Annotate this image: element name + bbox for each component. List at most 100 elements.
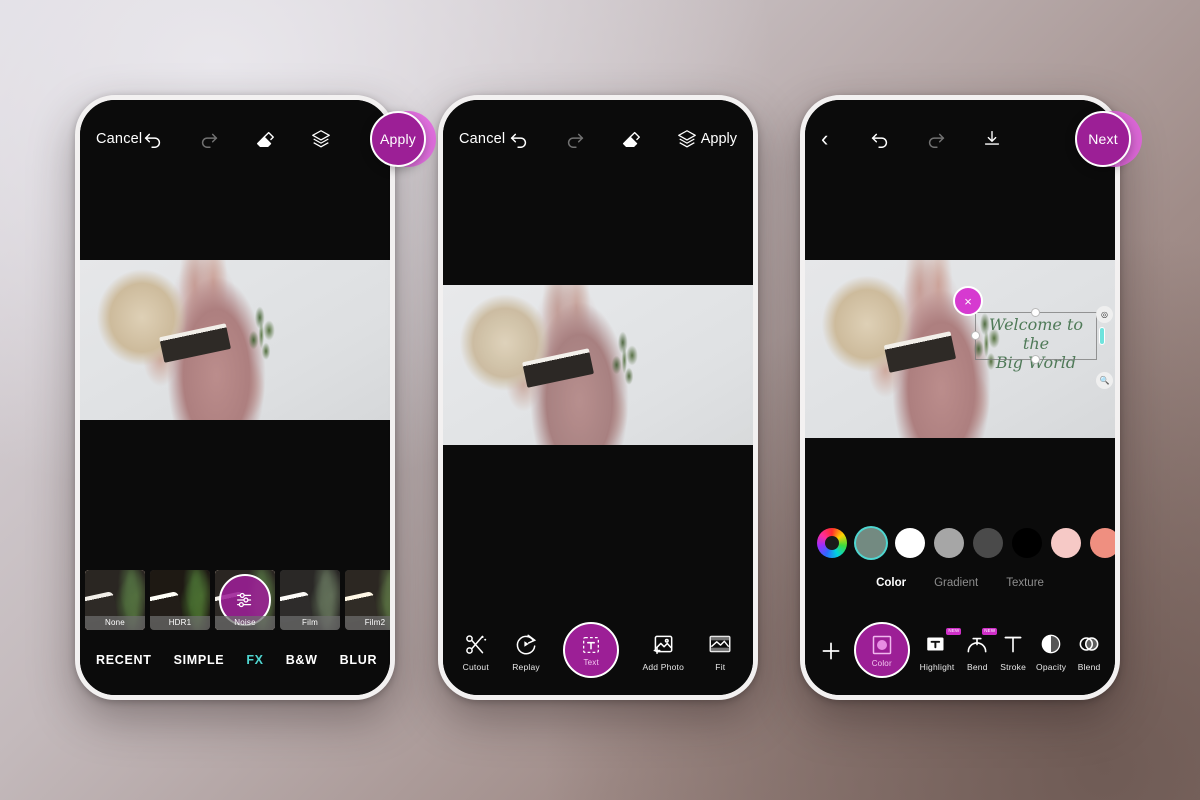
tab-simple[interactable]: SIMPLE <box>174 653 225 667</box>
tool-label: Color <box>871 658 892 668</box>
filter-thumbnail-strip[interactable]: None HDR1 Noise Film Film2 <box>80 567 390 633</box>
text-overlay[interactable]: Welcome to the Big World × <box>953 286 1105 372</box>
tool-fit[interactable]: Fit <box>707 631 733 672</box>
tool-label: Stroke <box>1000 661 1027 672</box>
duplicate-layer-button[interactable]: ◎ <box>1096 306 1113 323</box>
text-tool-highlight[interactable]: NEW Highlight <box>919 627 962 672</box>
filter-thumb-film2[interactable]: Film2 <box>345 570 390 630</box>
text-tool-color[interactable]: Color <box>853 622 910 678</box>
swatch-pink[interactable] <box>1051 528 1081 558</box>
new-badge: NEW <box>946 627 962 635</box>
resize-handle-top[interactable] <box>1031 308 1040 317</box>
tab-gradient[interactable]: Gradient <box>934 577 978 589</box>
swatch-light-gray[interactable] <box>934 528 964 558</box>
redo-icon[interactable] <box>564 128 586 150</box>
phone-tools-editor: Cancel Apply Cutout Replay Text Add Phot… <box>438 95 758 700</box>
fit-icon <box>707 631 733 657</box>
add-photo-icon <box>650 631 676 657</box>
filter-thumb-label: None <box>85 616 145 630</box>
phone1-topbar-icons <box>142 128 332 150</box>
text-caret[interactable] <box>1099 327 1105 345</box>
tab-blur[interactable]: BLUR <box>340 653 378 667</box>
stroke-icon <box>1000 631 1026 657</box>
text-selection-box <box>971 308 1105 364</box>
tool-label: Blend <box>1077 661 1101 672</box>
tool-add-photo[interactable]: Add Photo <box>643 631 685 672</box>
phone1-topbar: Cancel <box>80 100 390 178</box>
filter-thumb-noise[interactable]: Noise <box>215 570 275 630</box>
phone3-canvas[interactable]: Welcome to the Big World × ◎ 🔍 <box>805 260 1115 438</box>
tool-replay[interactable]: Replay <box>512 631 540 672</box>
filter-thumb-label: Film2 <box>345 616 390 630</box>
tool-label: Highlight <box>919 661 955 672</box>
layers-icon[interactable] <box>676 128 698 150</box>
swatch-black[interactable] <box>1012 528 1042 558</box>
undo-icon[interactable] <box>142 128 164 150</box>
phone2-screen: Cancel Apply Cutout Replay Text Add Phot… <box>443 100 753 695</box>
replay-icon <box>513 631 539 657</box>
undo-icon[interactable] <box>869 128 891 150</box>
opacity-icon <box>1038 631 1064 657</box>
text-tool-blend[interactable]: Blend <box>1076 631 1102 672</box>
tool-label: Cutout <box>462 661 489 672</box>
swatch-white[interactable] <box>895 528 925 558</box>
resize-handle-bottom[interactable] <box>1031 355 1040 364</box>
filter-thumb-none[interactable]: None <box>85 570 145 630</box>
tool-label: Replay <box>512 661 540 672</box>
swatch-dark-gray[interactable] <box>973 528 1003 558</box>
filter-category-tabs[interactable]: RECENT SIMPLE FX B&W BLUR SKETCH COLOR <box>80 643 390 677</box>
download-icon[interactable] <box>981 128 1003 150</box>
eraser-icon[interactable] <box>254 128 276 150</box>
phone3-text-tool-dock[interactable]: Color NEW Highlight NEW Bend Stroke Opac… <box>805 617 1115 695</box>
phone2-canvas <box>443 285 753 445</box>
filter-thumb-film[interactable]: Film <box>280 570 340 630</box>
swatch-color-wheel[interactable] <box>817 528 847 558</box>
phone1-screen: Cancel None HDR1 Noise Film Film2 RECENT… <box>80 100 390 695</box>
tool-label: Add Photo <box>642 661 685 672</box>
phone1-canvas <box>80 260 390 420</box>
resize-handle-left[interactable] <box>971 331 980 340</box>
tab-color[interactable]: Color <box>876 577 906 589</box>
tab-texture[interactable]: Texture <box>1006 577 1044 589</box>
undo-icon[interactable] <box>508 128 530 150</box>
scissors-icon <box>463 631 489 657</box>
text-tool-bend[interactable]: NEW Bend <box>964 627 998 672</box>
cancel-button[interactable]: Cancel <box>96 131 142 147</box>
tab-recent[interactable]: RECENT <box>96 653 152 667</box>
apply-button[interactable]: Apply <box>701 131 737 147</box>
redo-icon[interactable] <box>198 128 220 150</box>
tool-label: Text <box>583 657 599 667</box>
filter-thumb-label: Film <box>280 616 340 630</box>
photo-preview <box>80 260 390 420</box>
back-button[interactable]: ‹ <box>821 128 829 150</box>
next-button[interactable]: Next <box>1075 111 1131 167</box>
phone3-topbar: ‹ <box>805 100 1115 178</box>
tab-bw[interactable]: B&W <box>286 653 318 667</box>
color-swatch-row[interactable] <box>805 523 1115 563</box>
tool-label: Opacity <box>1036 661 1067 672</box>
swatch-sage[interactable] <box>856 528 886 558</box>
delete-text-button[interactable]: × <box>953 286 983 316</box>
zoom-button[interactable]: 🔍 <box>1096 372 1113 389</box>
tool-label: Fit <box>715 661 726 672</box>
tool-cutout[interactable]: Cutout <box>463 631 489 672</box>
phone2-tool-dock[interactable]: Cutout Replay Text Add Photo Fit <box>443 617 753 695</box>
cancel-button[interactable]: Cancel <box>459 131 505 147</box>
filter-thumb-hdr1[interactable]: HDR1 <box>150 570 210 630</box>
color-mode-tabs[interactable]: Color Gradient Texture <box>805 571 1115 595</box>
add-layer-button[interactable] <box>818 638 844 664</box>
phone2-topbar: Cancel Apply <box>443 100 753 178</box>
tab-fx[interactable]: FX <box>246 653 263 667</box>
text-tool-stroke[interactable]: Stroke <box>1000 631 1026 672</box>
filter-thumb-label: HDR1 <box>150 616 210 630</box>
eraser-icon[interactable] <box>620 128 642 150</box>
apply-button[interactable]: Apply <box>370 111 426 167</box>
tool-text[interactable]: Text <box>563 622 620 678</box>
phone2-topbar-icons <box>505 128 700 150</box>
layers-icon[interactable] <box>310 128 332 150</box>
phone3-screen: ‹ Welcome to the Big World × ◎ 🔍 Color G… <box>805 100 1115 695</box>
text-tool-opacity[interactable]: Opacity <box>1036 631 1066 672</box>
tool-label: Bend <box>967 661 988 672</box>
redo-icon[interactable] <box>925 128 947 150</box>
swatch-salmon[interactable] <box>1090 528 1115 558</box>
